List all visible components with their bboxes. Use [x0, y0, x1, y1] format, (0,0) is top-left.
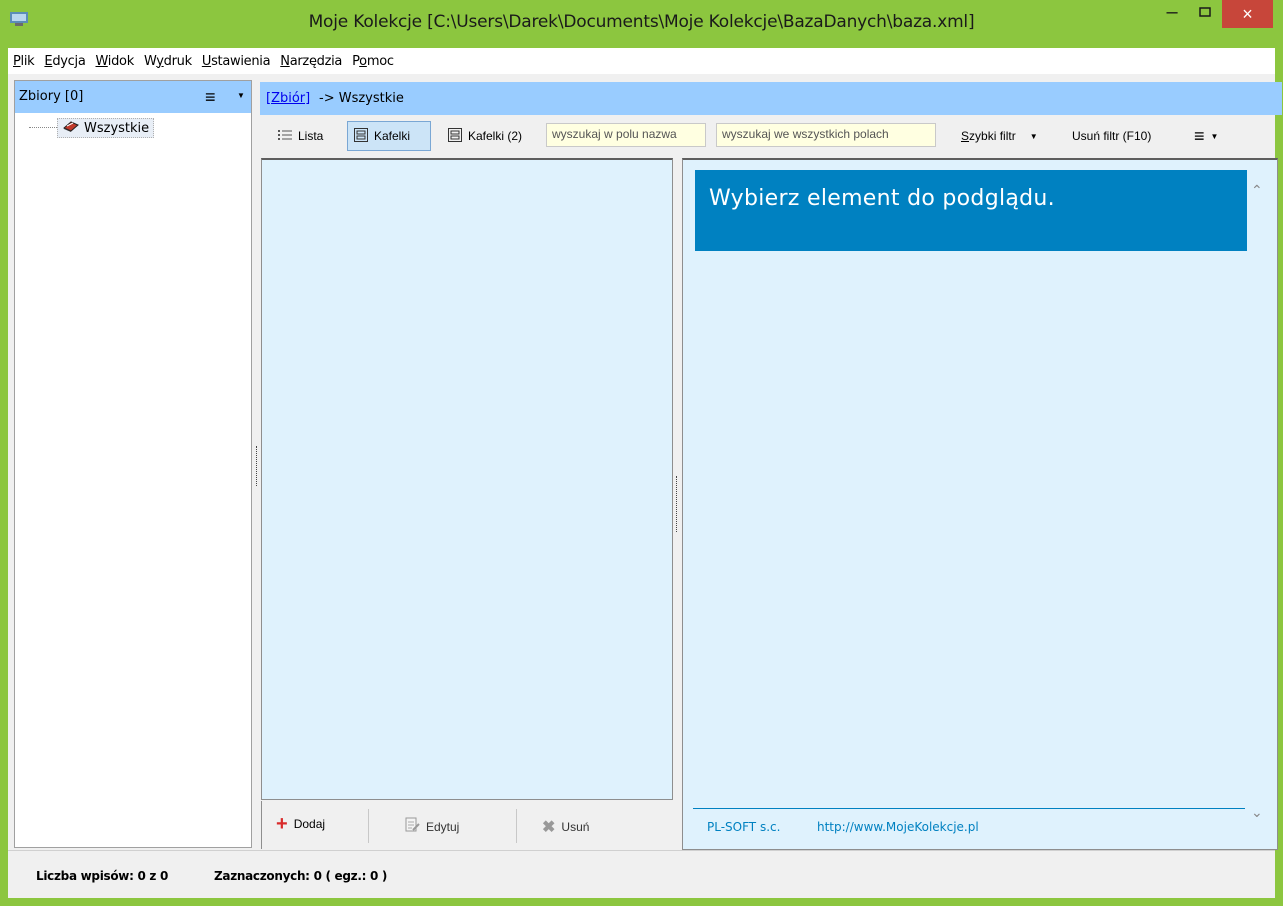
scroll-up-icon[interactable]: ⌃ [1251, 182, 1263, 199]
minimize-button[interactable]: – [1157, 2, 1187, 26]
items-list[interactable] [261, 158, 673, 800]
middle-splitter[interactable] [676, 476, 678, 532]
maximize-button[interactable] [1190, 2, 1220, 26]
collections-header: Zbiory [0] ≡ ▼ [15, 81, 251, 113]
preview-divider [693, 808, 1245, 809]
view-list-button[interactable]: Lista [272, 121, 354, 151]
edit-icon [404, 817, 420, 836]
menu-item[interactable]: Narzędzia [275, 54, 347, 69]
left-splitter[interactable] [256, 446, 258, 486]
search-all-input[interactable]: wyszukaj we wszystkich polach [716, 123, 936, 147]
tiles-icon [354, 127, 368, 145]
menu-accelerator: W [95, 53, 109, 69]
selected-count: Zaznaczonych: 0 ( egz.: 0 ) [214, 869, 388, 883]
view-tiles-label: Kafelki [374, 129, 411, 143]
chevron-down-icon[interactable]: ▼ [237, 91, 245, 100]
edit-label: Edytuj [426, 819, 460, 834]
collections-title: Zbiory [0] [19, 89, 84, 104]
collection-icon [62, 119, 80, 137]
view-tiles2-label: Kafelki (2) [468, 129, 523, 143]
preview-title: Wybierz element do podglądu. [709, 186, 1055, 211]
menu-accelerator: E [44, 53, 53, 69]
menu-bar: Plik Edycja Widok Wydruk Ustawienia Narzędzia… [8, 48, 1275, 74]
menu-accelerator: y [156, 53, 164, 69]
menu-accelerator: o [359, 53, 367, 69]
separator [368, 809, 369, 843]
menu-item[interactable]: Widok [91, 54, 139, 69]
hamburger-icon: ≡ [1194, 125, 1205, 146]
edit-button[interactable]: Edytuj [404, 817, 459, 836]
menu-item[interactable]: Edycja [39, 54, 90, 69]
hamburger-icon[interactable]: ≡ [205, 87, 216, 108]
tree-item-label: Wszystkie [84, 120, 150, 136]
add-label: Dodaj [293, 817, 326, 831]
title-bar[interactable]: Moje Kolekcje [C:\Users\Darek\Documents\… [0, 0, 1283, 48]
close-button[interactable]: × [1222, 0, 1273, 28]
chevron-down-icon: ▼ [1210, 131, 1219, 141]
remove-filter-button[interactable]: Usuń filtr (F10) [1066, 121, 1176, 151]
list-footer: + Dodaj Edytuj ✖ Usuń [261, 801, 673, 849]
menu-accelerator: N [280, 53, 290, 69]
plus-icon: + [276, 813, 288, 835]
quick-filter-label: Szybki filtr [961, 129, 1016, 143]
tree-item-wszystkie[interactable]: Wszystkie [57, 118, 155, 138]
quick-filter-rest: zybki filtr [969, 129, 1016, 143]
view-tiles-button[interactable]: Kafelki [347, 121, 431, 151]
website-link[interactable]: http://www.MojeKolekcje.pl [817, 820, 979, 834]
quick-filter-accel: S [961, 129, 970, 143]
menu-accelerator: U [201, 53, 212, 69]
preview-panel: Wybierz element do podglądu. ⌃ PL-SOFT s… [682, 158, 1278, 850]
toolbar-menu-button[interactable]: ≡ ▼ [1188, 121, 1240, 151]
entry-count: Liczba wpisów: 0 z 0 [36, 869, 169, 883]
menu-item[interactable]: Pomoc [347, 54, 399, 69]
menu-item[interactable]: Plik [8, 54, 39, 69]
delete-label: Usuń [561, 820, 590, 834]
chevron-down-icon: ▼ [1029, 131, 1038, 141]
view-tiles2-button[interactable]: Kafelki (2) [442, 121, 540, 151]
window-title: Moje Kolekcje [C:\Users\Darek\Documents\… [308, 12, 975, 32]
menu-accelerator: P [13, 53, 21, 69]
breadcrumb: [Zbiór] -> Wszystkie [260, 82, 1282, 115]
separator [516, 809, 517, 843]
collections-panel: Zbiory [0] ≡ ▼ Wszystkie [14, 80, 252, 848]
menu-item[interactable]: Ustawienia [197, 54, 275, 69]
delete-button[interactable]: ✖ Usuń [542, 817, 589, 837]
status-bar: Liczba wpisów: 0 z 0 Zaznaczonych: 0 ( e… [8, 850, 1275, 898]
tree-connector [29, 127, 59, 128]
company-name: PL-SOFT s.c. [707, 820, 781, 834]
breadcrumb-current: -> Wszystkie [319, 91, 404, 106]
preview-banner: Wybierz element do podglądu. [695, 170, 1247, 251]
search-name-input[interactable]: wyszukaj w polu nazwa [546, 123, 706, 147]
toolbar: Lista Kafelki Kafelki (2) wyszukaj w pol… [260, 115, 1282, 157]
list-icon [278, 129, 292, 144]
scroll-down-icon[interactable]: ⌄ [1251, 804, 1263, 821]
tiles2-icon [448, 127, 462, 145]
x-icon: ✖ [542, 819, 556, 836]
view-list-label: Lista [298, 129, 324, 143]
menu-item[interactable]: Wydruk [139, 54, 197, 69]
breadcrumb-link[interactable]: [Zbiór] [266, 91, 310, 106]
add-button[interactable]: + Dodaj [276, 813, 326, 835]
quick-filter-button[interactable]: Szybki filtr ▼ [955, 121, 1063, 151]
